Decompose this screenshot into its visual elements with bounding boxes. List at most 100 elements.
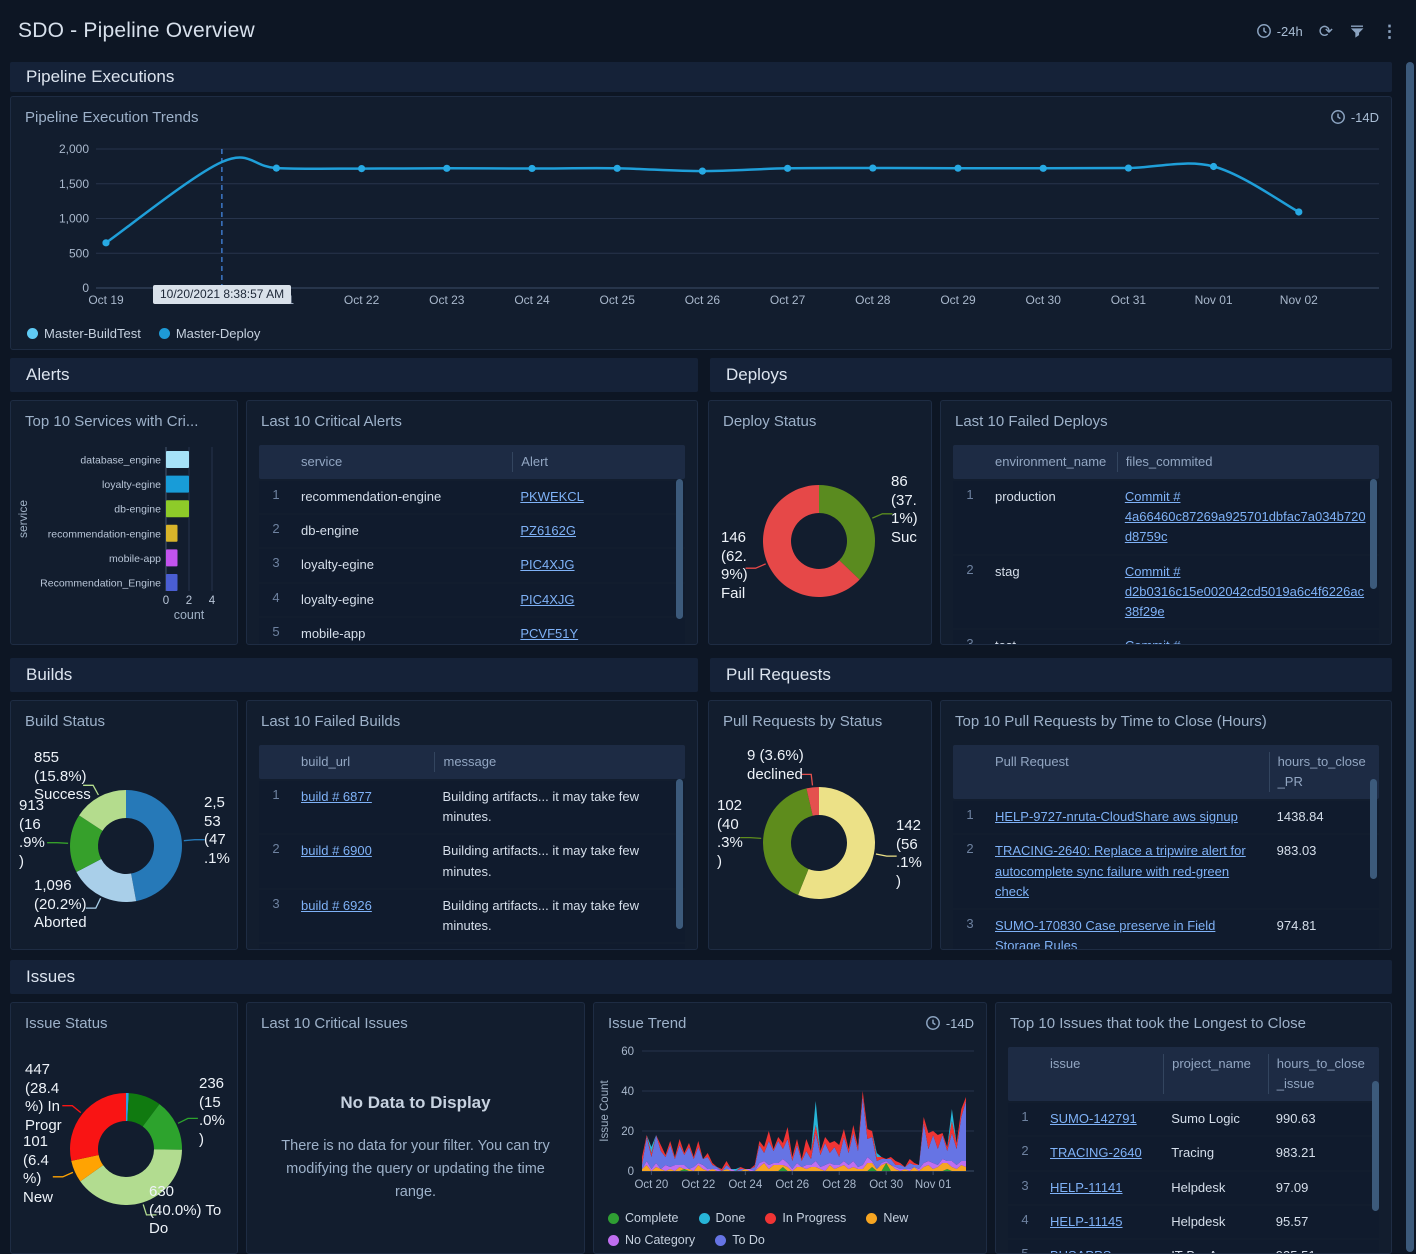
row-number: 3 [953,636,987,645]
table-link[interactable]: PKWEKCL [520,489,584,504]
svg-text:Oct 24: Oct 24 [514,293,550,307]
table-row: 4loyalty-eginePIC4XJG [259,584,685,616]
donut-label: 630 (40.0%) To Do [149,1183,235,1239]
column-header[interactable]: Alert [512,452,685,472]
table-scrollbar[interactable] [1370,479,1377,589]
column-header[interactable]: hours_to_close_PR [1269,752,1379,792]
table-row: 2TRACING-2640Tracing983.21 [1008,1137,1379,1169]
column-header[interactable]: environment_name [987,452,1117,472]
table-link[interactable]: SUMO-142791 [1050,1111,1137,1126]
svg-text:40: 40 [621,1086,634,1098]
column-header[interactable]: files_commited [1117,452,1379,472]
column-header[interactable]: hours_to_close_issue [1268,1054,1379,1094]
data-point[interactable] [1295,208,1302,215]
data-point[interactable] [1125,164,1132,171]
donut-slice[interactable] [819,485,875,580]
bar[interactable] [166,549,178,566]
data-point[interactable] [1040,165,1047,172]
link-cell: PKWEKCL [512,487,685,507]
table-link[interactable]: HELP-11141 [1050,1180,1123,1195]
table-link[interactable]: PIC4XJG [520,592,574,607]
table-link[interactable]: Commit # 3eff478c1972142e571eeea7f1ec3d6… [1125,638,1368,645]
page-scrollbar[interactable] [1406,62,1414,1252]
legend-item[interactable]: In Progress [765,1211,846,1225]
time-range-selector[interactable]: -24h [1256,23,1303,39]
table-link[interactable]: TRACING-2640 [1050,1145,1142,1160]
legend-item[interactable]: Master-BuildTest [27,326,141,341]
bar[interactable] [166,451,189,468]
table-link[interactable]: build # 6900 [301,843,372,858]
refresh-icon[interactable]: ⟳ [1319,23,1333,40]
table-link[interactable]: PZ6162G [520,523,576,538]
data-point[interactable] [954,165,961,172]
data-point[interactable] [699,168,706,175]
panel-title: Build Status [25,713,105,730]
column-header[interactable]: service [293,452,512,472]
donut-slice[interactable] [126,790,182,901]
svg-text:db-engine: db-engine [114,504,161,516]
panel-title: Last 10 Failed Deploys [955,413,1108,430]
data-point[interactable] [1210,163,1217,170]
data-point[interactable] [273,165,280,172]
table-header: serviceAlert [259,445,685,479]
table-scrollbar[interactable] [1370,779,1377,879]
table-link[interactable]: build # 6926 [301,898,372,913]
data-point[interactable] [784,165,791,172]
data-point[interactable] [614,165,621,172]
panel-top-issues: Top 10 Issues that took the Longest to C… [995,1002,1392,1254]
legend-item[interactable]: Master-Deploy [159,326,261,341]
panel-title: Top 10 Issues that took the Longest to C… [1010,1015,1306,1032]
panel-title: Deploy Status [723,413,816,430]
chart-legend: Complete Done In Progress New No Category To … [608,1211,980,1247]
svg-text:1,500: 1,500 [59,177,89,191]
table-link[interactable]: build # 6877 [301,789,372,804]
column-header[interactable]: project_name [1163,1054,1268,1094]
data-point[interactable] [528,165,535,172]
row-number: 1 [259,487,293,502]
legend-item[interactable]: New [866,1211,908,1225]
table-scrollbar[interactable] [676,479,683,619]
legend-dot [608,1235,619,1246]
data-point[interactable] [443,165,450,172]
bar[interactable] [166,574,178,591]
panel-top-prs: Top 10 Pull Requests by Time to Close (H… [940,700,1392,950]
table-link[interactable]: Commit # d2b0316c15e002042cd5019a6c4f622… [1125,564,1364,619]
panel-critical-issues: Last 10 Critical Issues No Data to Displ… [246,1002,585,1254]
kebab-menu-icon[interactable]: ⋮ [1381,23,1398,40]
donut-slice[interactable] [70,1093,126,1161]
table-link[interactable]: TRACING-2640: Replace a tripwire alert f… [995,843,1246,898]
table-link[interactable]: BUSAPPS- [1050,1248,1116,1254]
filter-icon[interactable] [1349,23,1365,39]
svg-text:2: 2 [186,595,192,607]
legend-dot [715,1235,726,1246]
panel-title: Pull Requests by Status [723,713,882,730]
table-link[interactable]: PCVF51Y [520,626,578,641]
section-pull-requests: Pull Requests [710,658,1392,692]
row-number: 2 [259,841,293,856]
svg-text:4: 4 [209,595,216,607]
table-link[interactable]: SUMO-170830 Case preserve in Field Stora… [995,918,1215,950]
table-link[interactable]: HELP-11145 [1050,1214,1123,1229]
data-point[interactable] [102,239,109,246]
table-scrollbar[interactable] [1372,1081,1379,1211]
legend-item[interactable]: No Category [608,1233,695,1247]
panel-time-badge[interactable]: -14D [1330,109,1379,125]
table-link[interactable]: PIC4XJG [520,557,574,572]
legend-item[interactable]: To Do [715,1233,765,1247]
table-link[interactable]: HELP-9727-nruta-CloudShare aws signup [995,809,1238,824]
bar[interactable] [166,525,178,542]
legend-item[interactable]: Complete [608,1211,679,1225]
column-header[interactable]: message [434,752,685,772]
column-header[interactable]: build_url [293,752,434,772]
data-point[interactable] [358,165,365,172]
table-cell: stag [987,562,1117,582]
column-header[interactable]: issue [1042,1054,1163,1094]
column-header[interactable]: Pull Request [987,752,1269,792]
panel-time-badge[interactable]: -14D [925,1015,974,1031]
bar[interactable] [166,500,189,517]
legend-item[interactable]: Done [699,1211,746,1225]
table-link[interactable]: Commit # 4a66460c87269a925701dbfac7a034b… [1125,489,1366,544]
table-scrollbar[interactable] [676,779,683,929]
bar[interactable] [166,476,189,493]
data-point[interactable] [869,164,876,171]
